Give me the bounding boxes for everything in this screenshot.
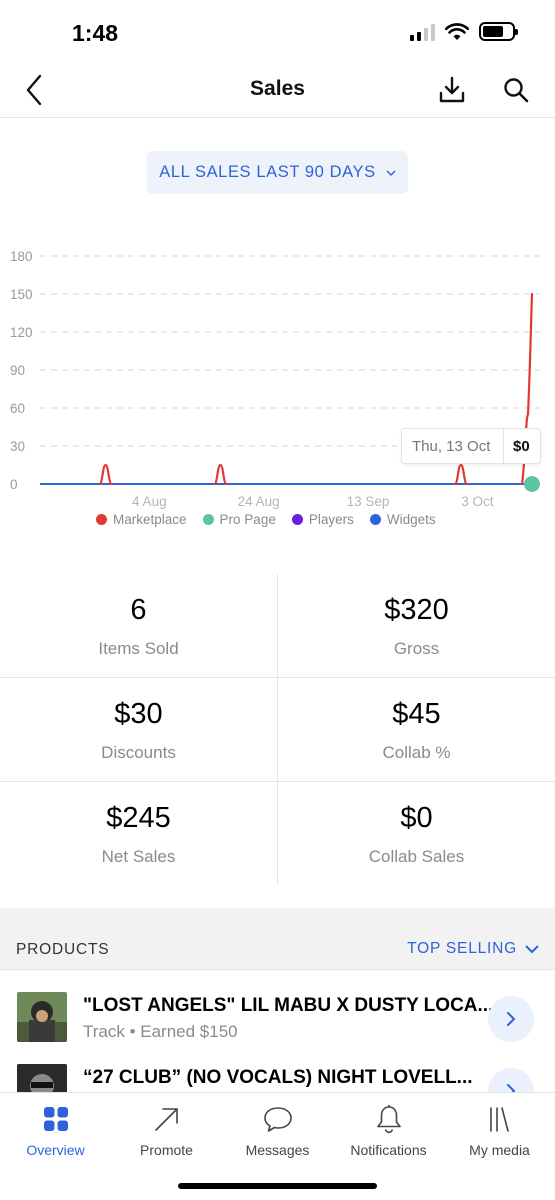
open-product-button[interactable] bbox=[488, 996, 534, 1042]
stat-label: Discounts bbox=[101, 743, 176, 762]
tab-label: Messages bbox=[245, 1142, 310, 1158]
tab-notifications[interactable]: Notifications bbox=[333, 1103, 444, 1158]
tab-overview[interactable]: Overview bbox=[0, 1103, 111, 1158]
stat-discounts: $30 Discounts bbox=[0, 678, 277, 782]
products-title: PRODUCTS bbox=[16, 941, 110, 958]
tab-label: Promote bbox=[140, 1142, 193, 1158]
home-indicator bbox=[178, 1183, 377, 1189]
legend-dot bbox=[291, 514, 303, 525]
legend-dot bbox=[369, 514, 381, 525]
y-tick-label: 30 bbox=[10, 439, 25, 454]
sort-dropdown[interactable]: TOP SELLING bbox=[407, 940, 539, 958]
stat-value: $45 bbox=[392, 698, 441, 730]
chat-bubble-icon bbox=[263, 1107, 292, 1132]
legend-label: Marketplace bbox=[113, 512, 187, 527]
stat-value: $320 bbox=[384, 594, 449, 626]
tab-label: Notifications bbox=[350, 1142, 427, 1158]
series-marketplace-spike bbox=[98, 463, 113, 486]
y-tick-label: 0 bbox=[10, 477, 18, 492]
stat-collab-percent: $45 Collab % bbox=[278, 678, 555, 782]
stat-label: Items Sold bbox=[98, 639, 179, 658]
tab-label: Overview bbox=[26, 1142, 85, 1158]
series-marketplace-spike bbox=[453, 463, 469, 486]
product-row[interactable]: "LOST ANGELS" LIL MABU X DUSTY LOCA... T… bbox=[0, 992, 555, 1064]
x-tick-label: 13 Sep bbox=[347, 494, 390, 509]
series-pro-page-point bbox=[524, 476, 540, 492]
tab-messages[interactable]: Messages bbox=[222, 1103, 333, 1158]
y-tick-label: 150 bbox=[10, 287, 33, 302]
legend-dot bbox=[202, 514, 214, 525]
chevron-right-icon bbox=[507, 1012, 515, 1026]
chart-tooltip: Thu, 13 Oct $0 bbox=[401, 428, 541, 464]
tab-promote[interactable]: Promote bbox=[111, 1103, 222, 1158]
stat-gross: $320 Gross bbox=[278, 574, 555, 678]
stat-collab-sales: $0 Collab Sales bbox=[278, 782, 555, 886]
tooltip-value: $0 bbox=[503, 429, 530, 463]
x-tick-label: 24 Aug bbox=[238, 494, 280, 509]
chevron-down-icon bbox=[525, 945, 539, 953]
legend-item-pro-page[interactable]: Pro Page bbox=[202, 512, 276, 527]
product-title: "LOST ANGELS" LIL MABU X DUSTY LOCA... bbox=[83, 995, 494, 1016]
stat-value: $0 bbox=[400, 802, 433, 834]
stat-value: $245 bbox=[106, 802, 171, 834]
legend-item-players[interactable]: Players bbox=[291, 512, 354, 527]
legend-label: Widgets bbox=[386, 512, 436, 527]
stat-label: Net Sales bbox=[101, 847, 176, 866]
stat-items-sold: 6 Items Sold bbox=[0, 574, 277, 678]
stats-grid: 6 Items Sold $320 Gross $30 Discounts $4… bbox=[0, 574, 555, 885]
legend-item-marketplace[interactable]: Marketplace bbox=[96, 512, 187, 527]
x-tick-label: 4 Aug bbox=[132, 494, 167, 509]
tooltip-date: Thu, 13 Oct bbox=[412, 437, 491, 455]
grid-icon bbox=[43, 1107, 68, 1131]
legend-label: Pro Page bbox=[219, 512, 276, 527]
legend-item-widgets[interactable]: Widgets bbox=[369, 512, 436, 527]
products-header: PRODUCTS TOP SELLING bbox=[0, 908, 555, 970]
stat-label: Gross bbox=[393, 639, 440, 658]
y-tick-label: 180 bbox=[10, 249, 33, 264]
sort-label: TOP SELLING bbox=[407, 940, 517, 957]
chart-legend: Marketplace Pro Page Players Widgets bbox=[96, 512, 436, 527]
stat-label: Collab Sales bbox=[368, 847, 465, 866]
stat-value: $30 bbox=[114, 698, 163, 730]
stat-label: Collab % bbox=[382, 743, 451, 762]
product-artwork bbox=[17, 992, 67, 1042]
series-marketplace-spike bbox=[213, 463, 228, 486]
product-subtitle: Track • Earned $150 bbox=[83, 1022, 238, 1041]
stat-value: 6 bbox=[130, 594, 147, 626]
y-tick-label: 60 bbox=[10, 401, 25, 416]
bell-icon bbox=[376, 1105, 401, 1134]
stat-net-sales: $245 Net Sales bbox=[0, 782, 277, 886]
library-icon bbox=[489, 1107, 509, 1132]
tab-label: My media bbox=[469, 1142, 530, 1158]
x-tick-label: 3 Oct bbox=[461, 494, 494, 509]
tab-my-media[interactable]: My media bbox=[444, 1103, 555, 1158]
product-title: “27 CLUB” (NO VOCALS) NIGHT LOVELL... bbox=[83, 1067, 473, 1088]
arrow-up-right-icon bbox=[154, 1108, 178, 1131]
y-tick-label: 90 bbox=[10, 363, 25, 378]
legend-dot bbox=[96, 514, 107, 525]
y-tick-label: 120 bbox=[10, 325, 33, 340]
legend-label: Players bbox=[308, 512, 354, 527]
